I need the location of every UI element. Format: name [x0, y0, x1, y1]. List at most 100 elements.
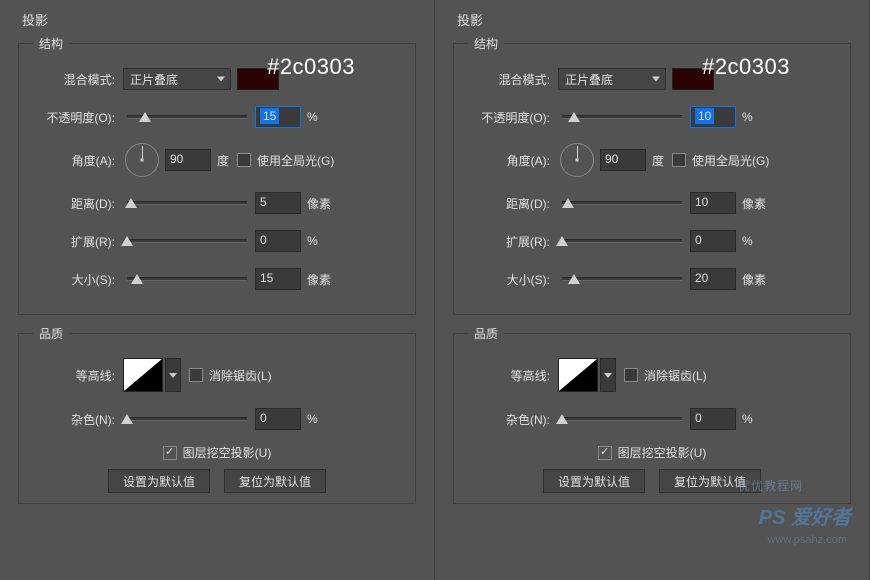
- angle-row: 角度(A): 90 度 使用全局光(G): [33, 142, 401, 178]
- blend-mode-label: 混合模式:: [33, 71, 123, 88]
- spread-input[interactable]: 0: [255, 230, 301, 252]
- blend-mode-select[interactable]: 正片叠底: [558, 68, 666, 90]
- distance-row: 距离(D): 5 像素: [33, 190, 401, 216]
- slider-thumb-icon[interactable]: [568, 112, 580, 122]
- antialias-option[interactable]: 消除锯齿(L): [624, 367, 707, 384]
- slider-thumb-icon[interactable]: [556, 236, 568, 246]
- knockout-label: 图层挖空投影(U): [183, 444, 272, 461]
- structure-group: 结构 #2c0303 混合模式: 正片叠底 不透明度(O): 10 % 角度(A…: [453, 35, 851, 315]
- slider-thumb-icon[interactable]: [568, 274, 580, 284]
- size-slider[interactable]: [127, 277, 247, 281]
- global-light-option[interactable]: 使用全局光(G): [237, 152, 334, 169]
- noise-input[interactable]: 0: [690, 408, 736, 430]
- noise-slider[interactable]: [562, 417, 682, 421]
- checkbox-icon[interactable]: [237, 153, 251, 167]
- angle-dial[interactable]: [560, 143, 594, 177]
- color-annotation: #2c0303: [267, 54, 355, 80]
- angle-input[interactable]: 90: [600, 149, 646, 171]
- angle-center-icon: [141, 159, 144, 162]
- global-light-label: 使用全局光(G): [692, 152, 769, 169]
- slider-thumb-icon[interactable]: [121, 236, 133, 246]
- slider-thumb-icon[interactable]: [139, 112, 151, 122]
- drop-shadow-panel-right: 投影 结构 #2c0303 混合模式: 正片叠底 不透明度(O): 10 % 角…: [435, 0, 870, 580]
- knockout-option[interactable]: 图层挖空投影(U): [33, 444, 401, 461]
- size-input[interactable]: 20: [690, 268, 736, 290]
- checkbox-checked-icon[interactable]: [163, 446, 177, 460]
- slider-thumb-icon[interactable]: [121, 414, 133, 424]
- opacity-label: 不透明度(O):: [33, 109, 123, 126]
- contour-dropdown[interactable]: [600, 358, 616, 392]
- angle-label: 角度(A):: [468, 152, 558, 169]
- angle-unit: 度: [217, 152, 229, 169]
- noise-input[interactable]: 0: [255, 408, 301, 430]
- percent-unit: %: [742, 412, 753, 426]
- angle-dial[interactable]: [125, 143, 159, 177]
- contour-swatch[interactable]: [558, 358, 598, 392]
- spread-row: 扩展(R): 0 %: [33, 228, 401, 254]
- slider-thumb-icon[interactable]: [556, 414, 568, 424]
- structure-legend: 结构: [33, 35, 69, 52]
- slider-thumb-icon[interactable]: [562, 198, 574, 208]
- distance-row: 距离(D): 10 像素: [468, 190, 836, 216]
- checkbox-checked-icon[interactable]: [598, 446, 612, 460]
- structure-group: 结构 #2c0303 混合模式: 正片叠底 不透明度(O): 15 % 角度(A…: [18, 35, 416, 315]
- knockout-option[interactable]: 图层挖空投影(U): [468, 444, 836, 461]
- antialias-option[interactable]: 消除锯齿(L): [189, 367, 272, 384]
- spread-slider[interactable]: [127, 239, 247, 243]
- noise-row: 杂色(N): 0 %: [468, 406, 836, 432]
- set-default-button[interactable]: 设置为默认值: [543, 469, 645, 493]
- blend-mode-select[interactable]: 正片叠底: [123, 68, 231, 90]
- pixel-unit: 像素: [307, 195, 331, 212]
- size-label: 大小(S):: [468, 271, 558, 288]
- noise-row: 杂色(N): 0 %: [33, 406, 401, 432]
- distance-slider[interactable]: [127, 201, 247, 205]
- noise-label: 杂色(N):: [33, 411, 123, 428]
- percent-unit: %: [307, 234, 318, 248]
- spread-input[interactable]: 0: [690, 230, 736, 252]
- knockout-label: 图层挖空投影(U): [618, 444, 707, 461]
- opacity-slider[interactable]: [562, 115, 682, 119]
- spread-label: 扩展(R):: [33, 233, 123, 250]
- pixel-unit: 像素: [742, 195, 766, 212]
- chevron-down-icon: [652, 77, 660, 82]
- distance-input[interactable]: 5: [255, 192, 301, 214]
- blend-mode-label: 混合模式:: [468, 71, 558, 88]
- set-default-button[interactable]: 设置为默认值: [108, 469, 210, 493]
- watermark-logo: PS 爱好者: [759, 501, 851, 530]
- color-annotation: #2c0303: [702, 54, 790, 80]
- checkbox-icon[interactable]: [189, 368, 203, 382]
- spread-slider[interactable]: [562, 239, 682, 243]
- blend-mode-value: 正片叠底: [130, 71, 178, 88]
- distance-slider[interactable]: [562, 201, 682, 205]
- global-light-option[interactable]: 使用全局光(G): [672, 152, 769, 169]
- slider-thumb-icon[interactable]: [125, 198, 137, 208]
- angle-center-icon: [576, 159, 579, 162]
- opacity-row: 不透明度(O): 10 %: [468, 104, 836, 130]
- contour-swatch[interactable]: [123, 358, 163, 392]
- global-light-label: 使用全局光(G): [257, 152, 334, 169]
- distance-input[interactable]: 10: [690, 192, 736, 214]
- contour-dropdown[interactable]: [165, 358, 181, 392]
- checkbox-icon[interactable]: [624, 368, 638, 382]
- contour-label: 等高线:: [468, 367, 558, 384]
- antialias-label: 消除锯齿(L): [209, 367, 272, 384]
- structure-legend: 结构: [468, 35, 504, 52]
- opacity-slider[interactable]: [127, 115, 247, 119]
- reset-default-button[interactable]: 复位为默认值: [224, 469, 326, 493]
- contour-label: 等高线:: [33, 367, 123, 384]
- percent-unit: %: [307, 110, 318, 124]
- watermark-text: 优优教程网: [738, 477, 803, 494]
- angle-input[interactable]: 90: [165, 149, 211, 171]
- checkbox-icon[interactable]: [672, 153, 686, 167]
- opacity-label: 不透明度(O):: [468, 109, 558, 126]
- opacity-input[interactable]: 15: [255, 106, 301, 128]
- size-slider[interactable]: [562, 277, 682, 281]
- noise-label: 杂色(N):: [468, 411, 558, 428]
- size-input[interactable]: 15: [255, 268, 301, 290]
- quality-legend: 品质: [468, 325, 504, 342]
- distance-label: 距离(D):: [33, 195, 123, 212]
- noise-slider[interactable]: [127, 417, 247, 421]
- slider-thumb-icon[interactable]: [131, 274, 143, 284]
- opacity-input[interactable]: 10: [690, 106, 736, 128]
- size-label: 大小(S):: [33, 271, 123, 288]
